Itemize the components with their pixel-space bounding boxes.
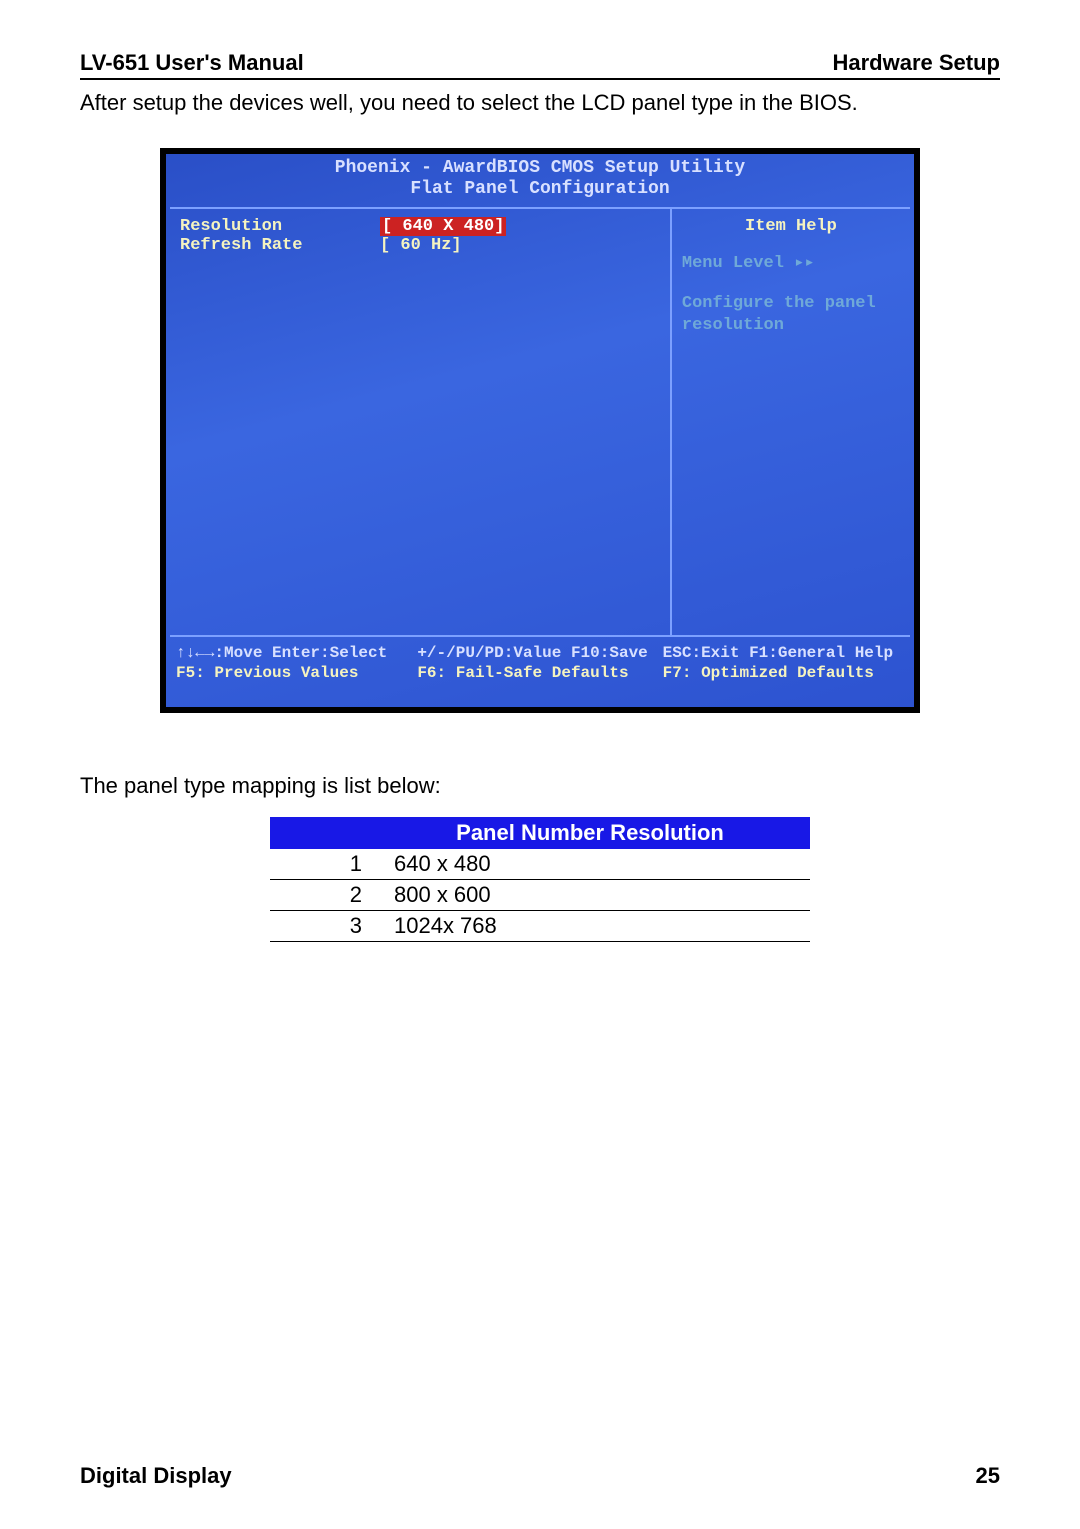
bios-help-pane: Item Help Menu Level ▸▸ Configure the pa… <box>672 207 910 637</box>
panel-number-cell: 1 <box>270 849 370 880</box>
manual-title: LV-651 User's Manual <box>80 50 304 76</box>
bios-menu-level: Menu Level ▸▸ <box>682 252 900 273</box>
bios-help-text: Configure the panel resolution <box>682 293 900 337</box>
bios-footer-key-hint: ↑↓←→:Move Enter:Select <box>176 643 417 663</box>
bios-footer-key-hint: F6: Fail-Safe Defaults <box>417 663 658 683</box>
bios-help-title: Item Help <box>682 217 900 236</box>
panel-resolution-table: Panel Number Resolution 1 640 x 480 2 80… <box>270 817 810 942</box>
bios-title-line2: Flat Panel Configuration <box>166 179 914 201</box>
bios-setting-label: Refresh Rate <box>180 236 380 255</box>
bios-setting-value-selected[interactable]: [ 640 X 480] <box>380 217 506 236</box>
table-caption: The panel type mapping is list below: <box>80 773 1000 799</box>
resolution-cell: 1024x 768 <box>370 910 810 941</box>
bios-settings-pane: Resolution [ 640 X 480] Refresh Rate [ 6… <box>170 207 672 637</box>
table-header-blank <box>270 817 370 849</box>
bios-footer: ↑↓←→:Move Enter:Select F5: Previous Valu… <box>166 637 914 683</box>
bios-footer-key-hint: F7: Optimized Defaults <box>663 663 904 683</box>
table-row: 1 640 x 480 <box>270 849 810 880</box>
panel-number-cell: 2 <box>270 879 370 910</box>
resolution-cell: 800 x 600 <box>370 879 810 910</box>
table-row: 3 1024x 768 <box>270 910 810 941</box>
table-header-row: Panel Number Resolution <box>270 817 810 849</box>
table-row: 2 800 x 600 <box>270 879 810 910</box>
bios-footer-key-hint: F5: Previous Values <box>176 663 417 683</box>
section-title: Hardware Setup <box>833 50 1001 76</box>
resolution-cell: 640 x 480 <box>370 849 810 880</box>
page-number: 25 <box>976 1463 1000 1489</box>
page-footer: Digital Display 25 <box>80 1463 1000 1489</box>
footer-section: Digital Display <box>80 1463 232 1489</box>
bios-title-line1: Phoenix - AwardBIOS CMOS Setup Utility <box>166 158 914 180</box>
bios-setting-label: Resolution <box>180 217 380 236</box>
bios-setting-value[interactable]: [ 60 Hz] <box>380 236 462 255</box>
page-header: LV-651 User's Manual Hardware Setup <box>80 50 1000 80</box>
intro-text: After setup the devices well, you need t… <box>80 88 1000 118</box>
bios-screenshot: Phoenix - AwardBIOS CMOS Setup Utility F… <box>160 148 920 713</box>
table-header-main: Panel Number Resolution <box>370 817 810 849</box>
bios-title: Phoenix - AwardBIOS CMOS Setup Utility F… <box>166 154 914 201</box>
bios-footer-key-hint: ESC:Exit F1:General Help <box>663 643 904 663</box>
panel-number-cell: 3 <box>270 910 370 941</box>
bios-footer-key-hint: +/-/PU/PD:Value F10:Save <box>417 643 658 663</box>
